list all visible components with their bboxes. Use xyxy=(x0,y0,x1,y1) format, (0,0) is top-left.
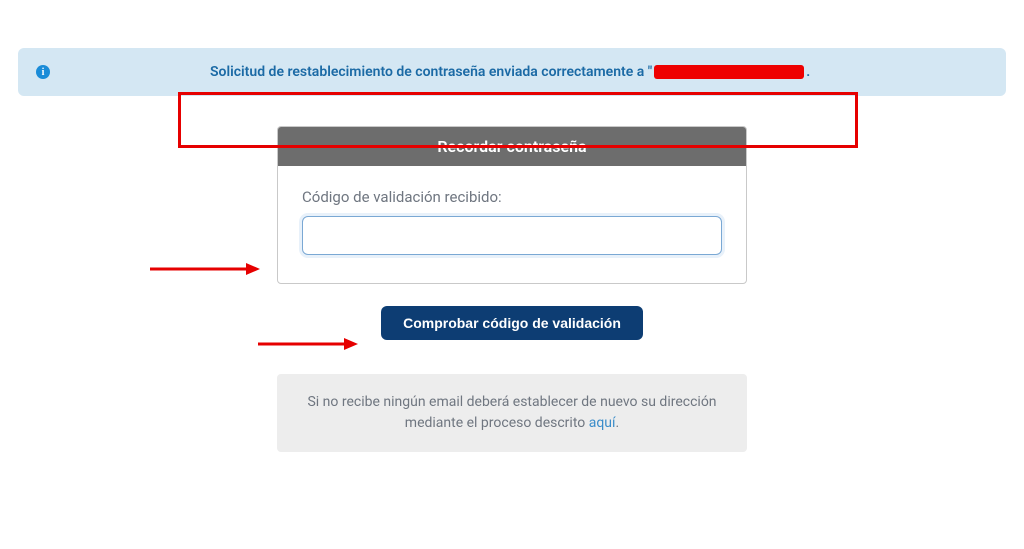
validation-code-input[interactable] xyxy=(302,216,722,255)
card-title: Recordar contraseña xyxy=(278,127,746,166)
annotation-arrow-button xyxy=(258,336,358,352)
redacted-email xyxy=(654,65,804,79)
alert-message: Solicitud de restablecimiento de contras… xyxy=(210,64,810,80)
alert-message-prefix: Solicitud de restablecimiento de contras… xyxy=(210,64,652,80)
card-body: Código de validación recibido: xyxy=(278,166,746,283)
info-alert: i Solicitud de restablecimiento de contr… xyxy=(18,48,1006,96)
alert-message-suffix: . xyxy=(806,64,810,80)
validation-code-label: Código de validación recibido: xyxy=(302,188,722,206)
check-validation-code-button[interactable]: Comprobar código de validación xyxy=(381,306,643,340)
no-email-hint: Si no recibe ningún email deberá estable… xyxy=(277,374,747,452)
password-reset-card: Recordar contraseña Código de validación… xyxy=(277,126,747,284)
annotation-arrow-input xyxy=(150,261,260,277)
hint-text-after: . xyxy=(616,415,620,431)
hint-text-before: Si no recibe ningún email deberá estable… xyxy=(307,394,716,431)
info-icon: i xyxy=(36,65,50,79)
hint-link[interactable]: aquí xyxy=(589,415,616,431)
